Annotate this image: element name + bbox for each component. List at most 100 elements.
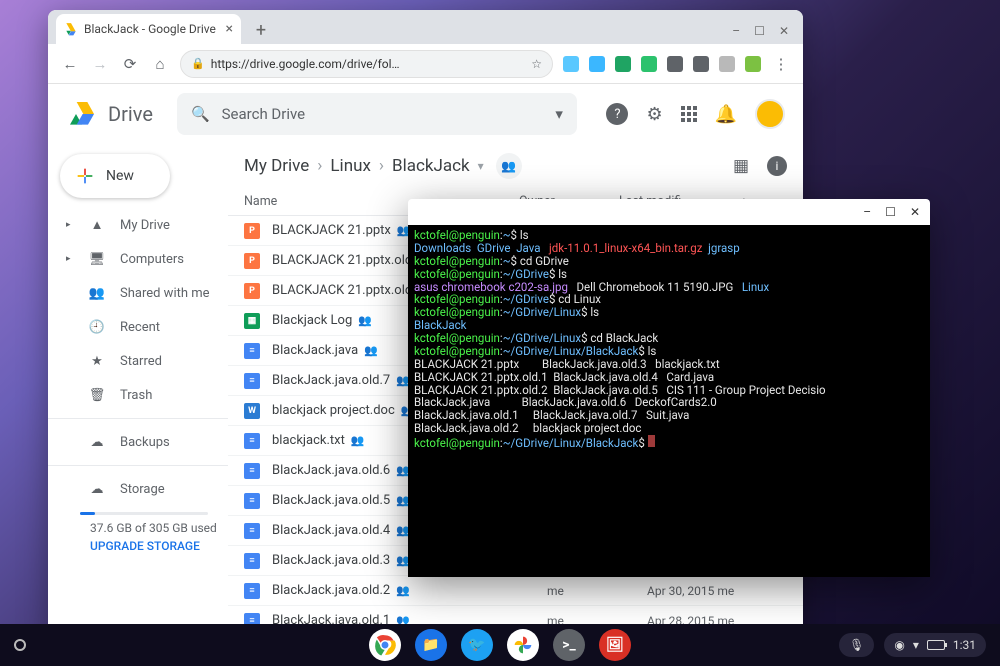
active-tab[interactable]: BlackJack - Google Drive × (56, 14, 241, 44)
sidebar-item-label: Computers (120, 252, 184, 267)
notification-dot-icon: ◉ (894, 638, 904, 652)
wifi-icon: ▾ (913, 638, 919, 652)
chromeos-shelf: 📁 🐦 >_ 🖼 🎙 ◉ ▾ 1:31 (0, 624, 1000, 666)
sidebar-divider (48, 418, 228, 419)
chevron-right-icon: › (317, 156, 322, 176)
extension-icon[interactable] (563, 56, 579, 72)
minimize-button[interactable]: – (732, 24, 740, 38)
storage-detail: 37.6 GB of 305 GB used UPGRADE STORAGE (48, 506, 228, 553)
breadcrumb-item[interactable]: Linux (330, 156, 370, 176)
sidebar-item-trash[interactable]: 🗑 Trash (48, 378, 228, 412)
nav-glyph-icon: 👥 (88, 286, 106, 301)
address-bar[interactable]: 🔒 https://drive.google.com/drive/fol… ☆ (180, 50, 553, 78)
extension-icon[interactable] (693, 56, 709, 72)
home-button[interactable]: ⌂ (150, 54, 170, 74)
storage-cloud-icon: ☁ (88, 482, 106, 497)
search-options-icon[interactable]: ▾ (555, 105, 563, 123)
sidebar-item-computers[interactable]: ▸🖥Computers (48, 242, 228, 276)
maximize-button[interactable]: ☐ (754, 24, 765, 38)
shelf-app-terminal[interactable]: >_ (553, 629, 585, 661)
file-type-icon: P (244, 283, 260, 299)
term-maximize-button[interactable]: ☐ (885, 205, 896, 219)
details-info-icon[interactable]: i (767, 156, 787, 176)
sidebar-item-backups[interactable]: ☁ Backups (48, 425, 228, 459)
extension-icon[interactable] (641, 56, 657, 72)
menu-button[interactable]: ⋮ (771, 54, 791, 74)
tab-title: BlackJack - Google Drive (84, 22, 216, 36)
shelf-status[interactable]: 🎙 ◉ ▾ 1:31 (839, 633, 1000, 657)
sidebar-item-recent[interactable]: 🕘Recent (48, 310, 228, 344)
file-type-icon: ≡ (244, 463, 260, 479)
extension-icon[interactable] (615, 56, 631, 72)
launcher-button[interactable] (14, 639, 26, 651)
sidebar-item-my-drive[interactable]: ▸▲My Drive (48, 208, 228, 242)
term-close-button[interactable]: ✕ (910, 205, 920, 219)
close-button[interactable]: ✕ (779, 24, 789, 38)
mic-icon: 🎙 (849, 638, 864, 652)
extension-icon[interactable] (589, 56, 605, 72)
cloud-icon: ☁ (88, 435, 106, 450)
sidebar-item-shared-with-me[interactable]: 👥Shared with me (48, 276, 228, 310)
shelf-app-files[interactable]: 📁 (415, 629, 447, 661)
notifications-icon[interactable]: 🔔 (715, 104, 737, 125)
file-type-icon: ▦ (244, 313, 260, 329)
shelf-app-photos[interactable] (507, 629, 539, 661)
shelf-app-chrome[interactable] (369, 629, 401, 661)
file-type-icon: ≡ (244, 433, 260, 449)
forward-button[interactable]: → (90, 54, 110, 74)
bookmark-star-icon[interactable]: ☆ (531, 57, 542, 71)
terminal-titlebar: – ☐ ✕ (408, 199, 930, 225)
breadcrumb-item[interactable]: My Drive (244, 156, 309, 176)
settings-gear-icon[interactable]: ⚙ (646, 104, 662, 125)
file-owner: me (547, 584, 647, 598)
browser-toolbar: ← → ⟳ ⌂ 🔒 https://drive.google.com/drive… (48, 44, 803, 84)
new-tab-button[interactable]: + (247, 16, 275, 44)
file-row[interactable]: ≡BlackJack.java.old.2👥meApr 30, 2015 me (228, 576, 803, 606)
file-type-icon: W (244, 403, 260, 419)
file-name: BlackJack.java.old.5 (272, 493, 390, 508)
shared-icon: 👥 (364, 344, 378, 357)
shelf-apps: 📁 🐦 >_ 🖼 (369, 629, 631, 661)
search-drive[interactable]: 🔍 Search Drive ▾ (177, 93, 577, 135)
shelf-app-image[interactable]: 🖼 (599, 629, 631, 661)
reload-button[interactable]: ⟳ (120, 54, 140, 74)
extension-icon[interactable] (745, 56, 761, 72)
file-name: BlackJack.java.old.6 (272, 463, 390, 478)
tab-close-icon[interactable]: × (226, 21, 233, 37)
back-button[interactable]: ← (60, 54, 80, 74)
expand-icon: ▸ (66, 220, 74, 230)
extension-icon[interactable] (719, 56, 735, 72)
nav-glyph-icon: 🖥 (88, 252, 106, 267)
upgrade-storage-link[interactable]: UPGRADE STORAGE (90, 539, 228, 553)
url-text: https://drive.google.com/drive/fol… (211, 57, 400, 71)
shared-icon: 👥 (358, 314, 372, 327)
new-button-label: New (106, 168, 134, 184)
drive-logo[interactable]: Drive (66, 98, 153, 130)
nav-glyph-icon: 🗑 (88, 388, 106, 403)
account-avatar[interactable] (755, 99, 785, 129)
sidebar-item-starred[interactable]: ★Starred (48, 344, 228, 378)
drive-header: Drive 🔍 Search Drive ▾ ? ⚙ 🔔 (48, 84, 803, 144)
shared-icon: 👥 (351, 434, 365, 447)
breadcrumb-item-current[interactable]: BlackJack (392, 156, 470, 176)
status-pill[interactable]: ◉ ▾ 1:31 (884, 633, 986, 657)
file-name: BLACKJACK 21.pptx.old.1 (272, 283, 423, 298)
extension-icon[interactable] (667, 56, 683, 72)
apps-grid-icon[interactable] (681, 106, 697, 122)
file-name: Blackjack Log (272, 313, 352, 328)
share-folder-icon[interactable]: 👥 (496, 153, 522, 179)
mic-pill[interactable]: 🎙 (839, 633, 874, 657)
help-icon[interactable]: ? (606, 103, 628, 125)
chevron-down-icon[interactable]: ▾ (478, 159, 484, 173)
sidebar-item-label: Trash (120, 388, 152, 403)
terminal-output[interactable]: kctofel@penguin:~$ ls Downloads GDrive J… (408, 225, 930, 577)
shelf-app-twitter[interactable]: 🐦 (461, 629, 493, 661)
term-minimize-button[interactable]: – (863, 205, 871, 219)
file-type-icon: ≡ (244, 583, 260, 599)
plus-icon (74, 165, 96, 187)
file-type-icon: P (244, 223, 260, 239)
grid-view-icon[interactable]: ▦ (733, 156, 749, 176)
clock-text: 1:31 (953, 638, 976, 652)
sidebar-item-storage[interactable]: ☁ Storage (48, 472, 228, 506)
new-button[interactable]: New (60, 154, 170, 198)
